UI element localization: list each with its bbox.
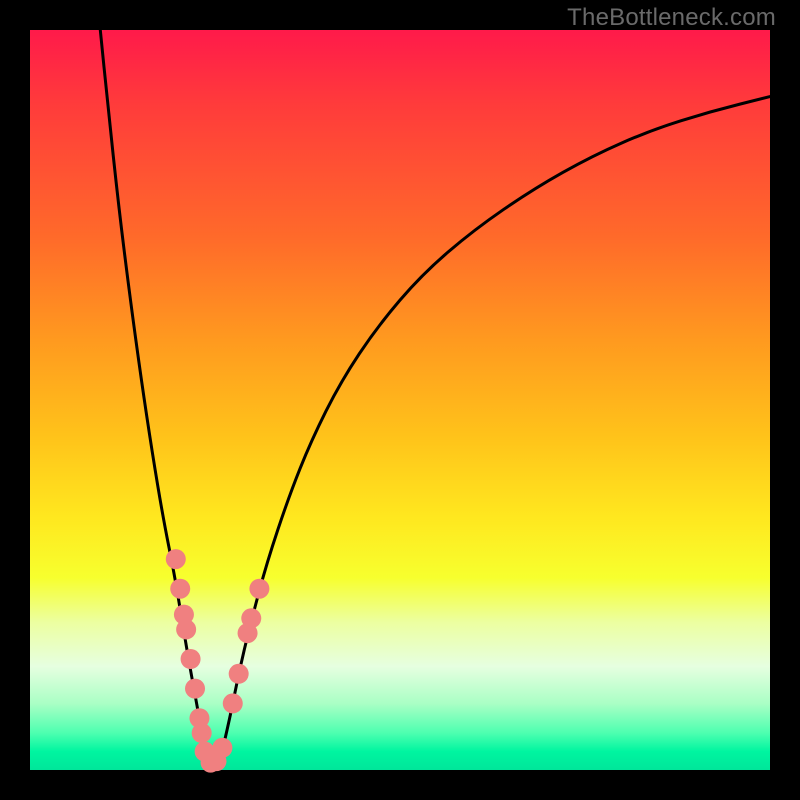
- watermark-text: TheBottleneck.com: [567, 4, 776, 32]
- plot-area: [30, 30, 770, 770]
- data-point-marker: [181, 649, 201, 669]
- data-point-marker: [241, 608, 261, 628]
- chart-svg: [30, 30, 770, 770]
- curve-right-branch: [219, 97, 770, 767]
- data-point-marker: [192, 723, 212, 743]
- scatter-markers: [166, 549, 270, 773]
- data-point-marker: [229, 664, 249, 684]
- data-point-marker: [166, 549, 186, 569]
- data-point-marker: [170, 579, 190, 599]
- data-point-marker: [212, 738, 232, 758]
- data-point-marker: [249, 579, 269, 599]
- data-point-marker: [176, 619, 196, 639]
- data-point-marker: [223, 693, 243, 713]
- data-point-marker: [185, 679, 205, 699]
- chart-frame: TheBottleneck.com: [0, 0, 800, 800]
